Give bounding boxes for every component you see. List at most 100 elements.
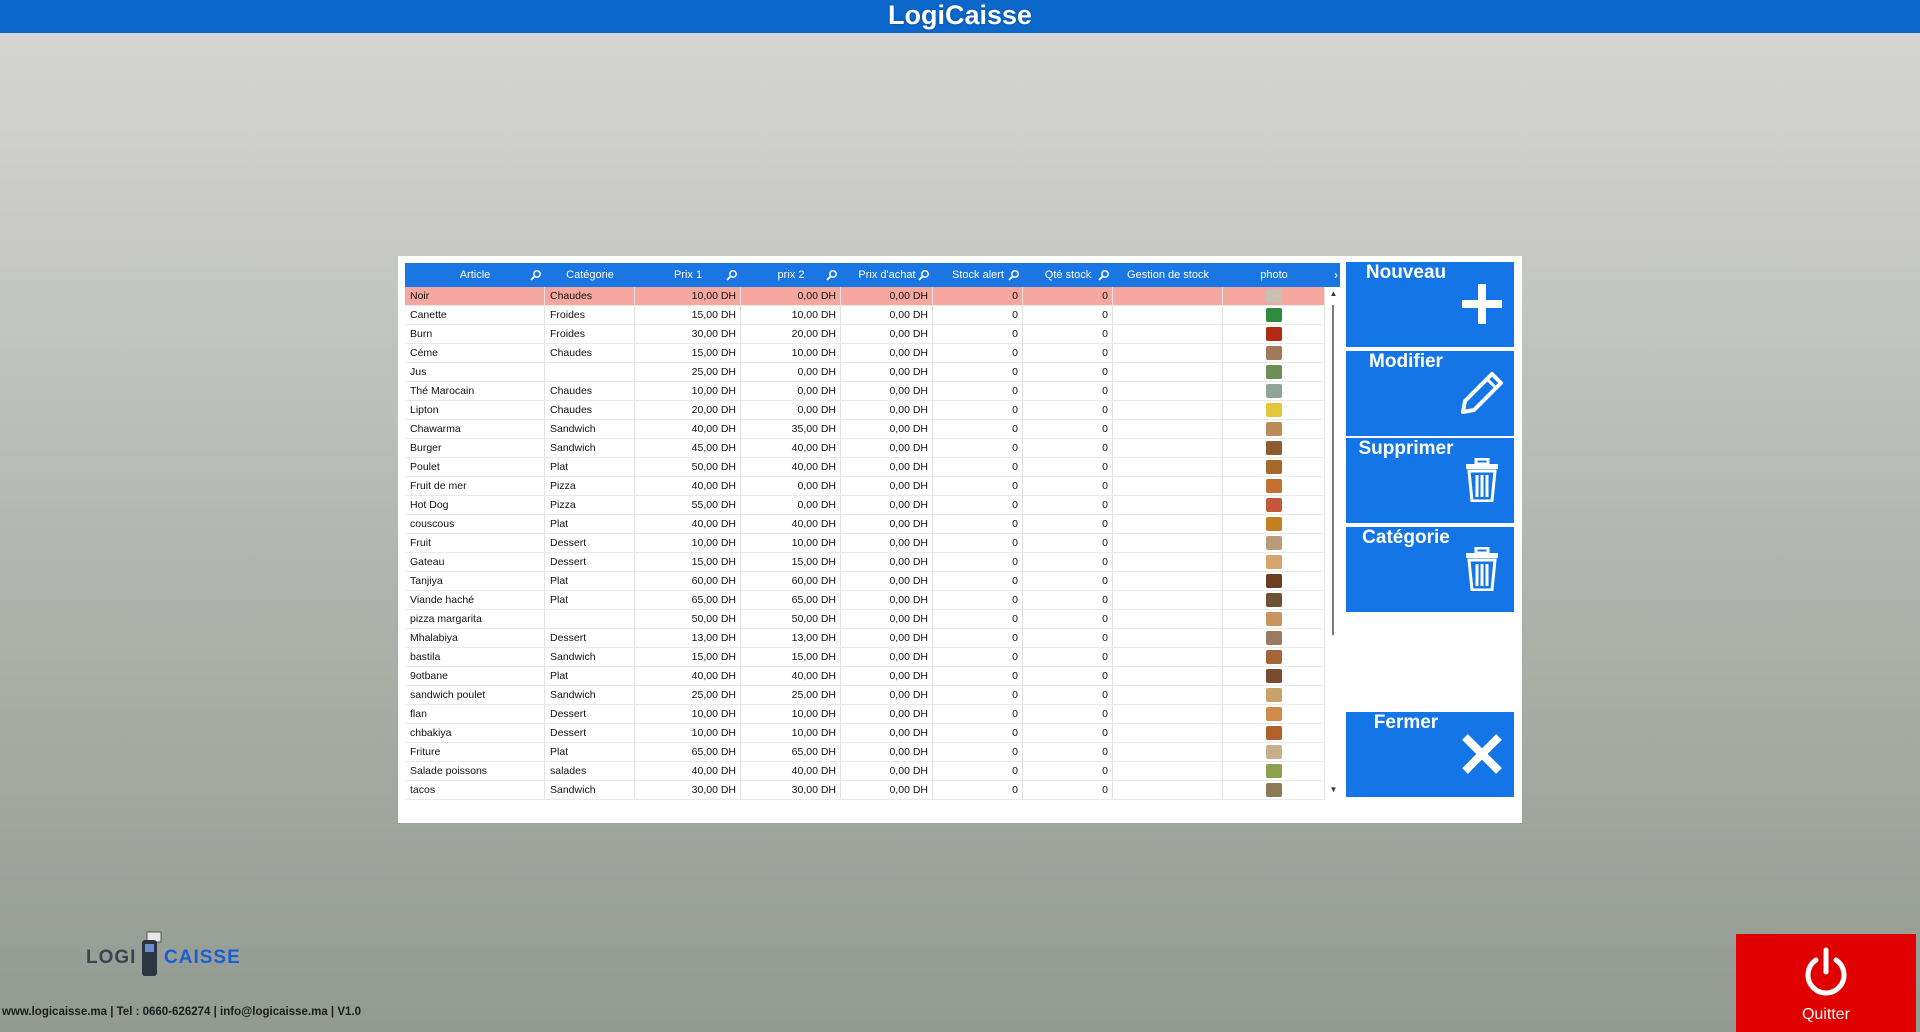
product-thumbnail (1266, 422, 1282, 436)
table-row[interactable]: Fruit Dessert 10,00 DH 10,00 DH 0,00 DH 0 0 (405, 534, 1325, 553)
cell-achat: 0,00 DH (841, 743, 933, 761)
search-icon[interactable] (530, 269, 542, 281)
logicaisse-logo: LOGI CAISSE (86, 930, 246, 980)
scroll-down-icon[interactable]: ▼ (1327, 785, 1340, 794)
table-row[interactable]: Noir Chaudes 10,00 DH 0,00 DH 0,00 DH 0 0 (405, 287, 1325, 306)
search-icon[interactable] (826, 269, 838, 281)
table-row[interactable]: 9otbane Plat 40,00 DH 40,00 DH 0,00 DH 0 0 (405, 667, 1325, 686)
product-thumbnail (1266, 745, 1282, 759)
table-row[interactable]: pizza margarita 50,00 DH 50,00 DH 0,00 DH 0 0 (405, 610, 1325, 629)
cell-gestion (1113, 382, 1223, 400)
table-row[interactable]: sandwich poulet Sandwich 25,00 DH 25,00 DH 0… (405, 686, 1325, 705)
table-row[interactable]: Gateau Dessert 15,00 DH 15,00 DH 0,00 DH 0 0 (405, 553, 1325, 572)
cell-qte: 0 (1023, 686, 1113, 704)
supprimer-button[interactable]: Supprimer (1346, 438, 1514, 523)
cell-prix1: 65,00 DH (635, 743, 741, 761)
cell-photo (1223, 477, 1325, 495)
cell-prix1: 15,00 DH (635, 306, 741, 324)
cell-categorie: Plat (545, 667, 635, 685)
cell-gestion (1113, 534, 1223, 552)
search-icon[interactable] (1008, 269, 1020, 281)
product-thumbnail (1266, 593, 1282, 607)
table-row[interactable]: Viande haché Plat 65,00 DH 65,00 DH 0,00 DH 0… (405, 591, 1325, 610)
table-row[interactable]: Tanjiya Plat 60,00 DH 60,00 DH 0,00 DH 0 0 (405, 572, 1325, 591)
column-header-categorie[interactable]: Catégorie (545, 263, 635, 287)
scroll-right-icon[interactable]: › (1334, 263, 1338, 287)
scrollbar-thumb[interactable] (1332, 305, 1334, 635)
cell-alert: 0 (933, 458, 1023, 476)
column-header-photo[interactable]: photo (1223, 263, 1325, 287)
table-row[interactable]: Hot Dog Pizza 55,00 DH 0,00 DH 0,00 DH 0 0 (405, 496, 1325, 515)
column-header-label: Catégorie (566, 269, 614, 281)
cell-prix2: 0,00 DH (741, 287, 841, 305)
cell-prix1: 65,00 DH (635, 591, 741, 609)
table-row[interactable]: Thé Marocain Chaudes 10,00 DH 0,00 DH 0,00 D… (405, 382, 1325, 401)
nouveau-button[interactable]: Nouveau (1346, 262, 1514, 347)
search-icon[interactable] (918, 269, 930, 281)
table-row[interactable]: tacos Sandwich 30,00 DH 30,00 DH 0,00 DH 0 0 (405, 781, 1325, 800)
table-row[interactable]: Burger Sandwich 45,00 DH 40,00 DH 0,00 DH 0 0 (405, 439, 1325, 458)
cell-achat: 0,00 DH (841, 420, 933, 438)
cell-prix2: 40,00 DH (741, 439, 841, 457)
cell-prix2: 60,00 DH (741, 572, 841, 590)
table-row[interactable]: bastila Sandwich 15,00 DH 15,00 DH 0,00 DH 0 0 (405, 648, 1325, 667)
scroll-up-icon[interactable]: ▲ (1327, 289, 1340, 298)
cell-achat: 0,00 DH (841, 762, 933, 780)
cell-photo (1223, 724, 1325, 742)
modifier-button[interactable]: Modifier (1346, 351, 1514, 436)
cell-photo (1223, 325, 1325, 343)
product-thumbnail (1266, 479, 1282, 493)
column-header-gestion[interactable]: Gestion de stock (1113, 263, 1223, 287)
cell-alert: 0 (933, 686, 1023, 704)
cell-prix2: 10,00 DH (741, 534, 841, 552)
table-row[interactable]: Friture Plat 65,00 DH 65,00 DH 0,00 DH 0 0 (405, 743, 1325, 762)
cell-qte: 0 (1023, 420, 1113, 438)
table-row[interactable]: Jus 25,00 DH 0,00 DH 0,00 DH 0 0 (405, 363, 1325, 382)
cell-categorie: salades (545, 762, 635, 780)
cell-gestion (1113, 572, 1223, 590)
cell-photo (1223, 439, 1325, 457)
cell-achat: 0,00 DH (841, 287, 933, 305)
vertical-scrollbar[interactable]: ▲ ▼ (1327, 287, 1340, 799)
table-row[interactable]: flan Dessert 10,00 DH 10,00 DH 0,00 DH 0 0 (405, 705, 1325, 724)
fermer-label: Fermer (1373, 712, 1439, 733)
table-row[interactable]: chbakiya Dessert 10,00 DH 10,00 DH 0,00 DH 0 0 (405, 724, 1325, 743)
table-row[interactable]: Salade poissons salades 40,00 DH 40,00 DH 0,… (405, 762, 1325, 781)
fermer-button[interactable]: Fermer (1346, 712, 1514, 797)
cell-alert: 0 (933, 515, 1023, 533)
cell-gestion (1113, 724, 1223, 742)
cell-article: flan (405, 705, 545, 723)
search-icon[interactable] (726, 269, 738, 281)
cell-achat: 0,00 DH (841, 553, 933, 571)
table-row[interactable]: Céme Chaudes 15,00 DH 10,00 DH 0,00 DH 0 0 (405, 344, 1325, 363)
table-row[interactable]: Lipton Chaudes 20,00 DH 0,00 DH 0,00 DH 0 0 (405, 401, 1325, 420)
cell-prix2: 65,00 DH (741, 743, 841, 761)
table-row[interactable]: couscous Plat 40,00 DH 40,00 DH 0,00 DH 0 0 (405, 515, 1325, 534)
table-row[interactable]: Chawarma Sandwich 40,00 DH 35,00 DH 0,00 DH 0… (405, 420, 1325, 439)
cell-alert: 0 (933, 382, 1023, 400)
pos-terminal-icon (142, 931, 162, 976)
cell-alert: 0 (933, 591, 1023, 609)
table-row[interactable]: Canette Froides 15,00 DH 10,00 DH 0,00 DH 0 0 (405, 306, 1325, 325)
quit-button[interactable]: Quitter (1736, 934, 1916, 1032)
cell-alert: 0 (933, 629, 1023, 647)
cell-article: 9otbane (405, 667, 545, 685)
table-row[interactable]: Mhalabiya Dessert 13,00 DH 13,00 DH 0,00 DH 0… (405, 629, 1325, 648)
cell-categorie (545, 610, 635, 628)
column-header-article[interactable]: Article (405, 263, 545, 287)
cell-gestion (1113, 477, 1223, 495)
cell-achat: 0,00 DH (841, 477, 933, 495)
cell-photo (1223, 591, 1325, 609)
cell-prix2: 25,00 DH (741, 686, 841, 704)
categorie-button[interactable]: Catégorie (1346, 527, 1514, 612)
column-header-label: Prix 1 (673, 269, 703, 281)
cell-categorie: Chaudes (545, 287, 635, 305)
cell-photo (1223, 515, 1325, 533)
table-row[interactable]: Fruit de mer Pizza 40,00 DH 0,00 DH 0,00 DH 0… (405, 477, 1325, 496)
column-header-label: Gestion de stock (1127, 269, 1209, 281)
search-icon[interactable] (1098, 269, 1110, 281)
cell-prix1: 30,00 DH (635, 325, 741, 343)
table-row[interactable]: Poulet Plat 50,00 DH 40,00 DH 0,00 DH 0 0 (405, 458, 1325, 477)
cell-qte: 0 (1023, 306, 1113, 324)
table-row[interactable]: Burn Froides 30,00 DH 20,00 DH 0,00 DH 0 0 (405, 325, 1325, 344)
